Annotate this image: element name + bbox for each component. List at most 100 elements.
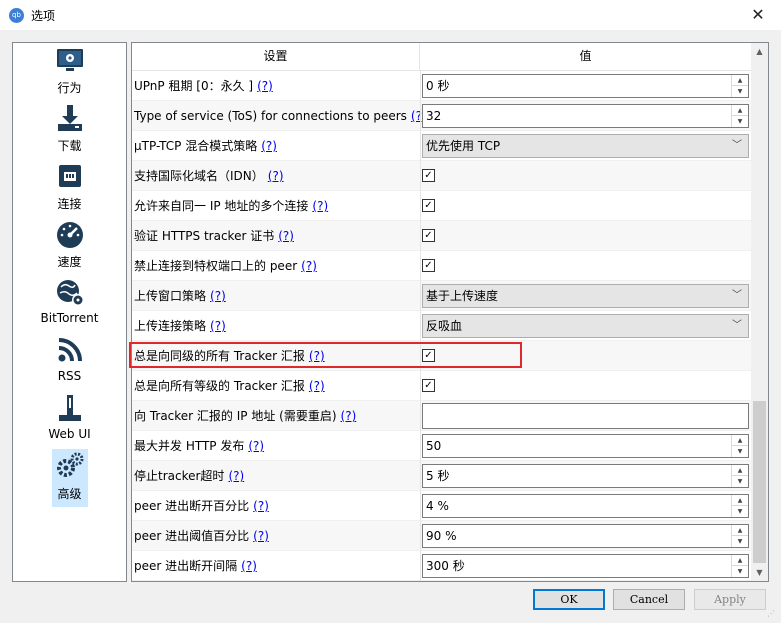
setting-label: 向 Tracker 汇报的 IP 地址 (需要重启) (?) (134, 409, 357, 423)
upload-choking-dropdown[interactable]: 反吸血 ﹀ (422, 314, 749, 338)
sidebar-item-download[interactable]: 下载 (13, 101, 126, 159)
apply-button[interactable]: Apply (694, 589, 766, 610)
highlight-annotation (129, 342, 522, 368)
spin-down-arrow-icon[interactable]: ▼ (732, 476, 748, 487)
help-link[interactable]: (?) (268, 169, 284, 183)
sidebar-item-label: Web UI (48, 427, 91, 441)
sidebar-item-connection[interactable]: 连接 (13, 159, 126, 217)
spin-down-arrow-icon[interactable]: ▼ (732, 536, 748, 547)
setting-label: 验证 HTTPS tracker 证书 (?) (134, 229, 294, 243)
table-row: 允许来自同一 IP 地址的多个连接 (?) ✓ (132, 191, 751, 221)
setting-label: 上传连接策略 (?) (134, 319, 226, 333)
sidebar-item-label: 下载 (57, 139, 82, 153)
setting-label: 支持国际化域名（IDN） (?) (134, 169, 284, 183)
sidebar-item-speed[interactable]: 速度 (13, 217, 126, 275)
announce-all-tiers-checkbox[interactable]: ✓ (422, 379, 435, 392)
table-row: 最大并发 HTTP 发布 (?) 50 ▲ ▼ (132, 431, 751, 461)
spin-up-arrow-icon[interactable]: ▲ (732, 75, 748, 86)
scroll-down-arrow-icon[interactable]: ▼ (751, 564, 768, 581)
setting-label: 总是向所有等级的 Tracker 汇报 (?) (134, 379, 325, 393)
spin-up-arrow-icon[interactable]: ▲ (732, 525, 748, 536)
peer-turnover-interval-spinbox[interactable]: 300 秒 ▲ ▼ (422, 554, 749, 578)
scroll-up-arrow-icon[interactable]: ▲ (751, 43, 768, 60)
vertical-scrollbar[interactable]: ▲ ▼ (751, 43, 768, 581)
chevron-down-icon: ﹀ (732, 140, 742, 151)
help-link[interactable]: (?) (301, 259, 317, 273)
sidebar-item-label: RSS (57, 369, 82, 383)
setting-label: 最大并发 HTTP 发布 (?) (134, 439, 265, 453)
speed-icon (57, 222, 83, 248)
chevron-down-icon: ﹀ (732, 290, 742, 301)
sidebar-item-behavior[interactable]: 行为 (13, 43, 126, 101)
column-header-value[interactable]: 值 (420, 43, 751, 71)
help-link[interactable]: (?) (241, 559, 257, 573)
privileged-ports-checkbox[interactable]: ✓ (422, 259, 435, 272)
scrollbar-thumb[interactable] (753, 401, 766, 563)
setting-label: peer 进出断开间隔 (?) (134, 559, 257, 573)
sidebar-item-advanced[interactable]: 高级 (13, 449, 126, 507)
resize-grip-icon[interactable]: ⋰ (767, 609, 779, 621)
spin-down-arrow-icon[interactable]: ▼ (732, 506, 748, 517)
help-link[interactable]: (?) (257, 79, 273, 93)
close-button[interactable]: ✕ (735, 0, 781, 30)
help-link[interactable]: (?) (253, 529, 269, 543)
spin-up-arrow-icon[interactable]: ▲ (732, 555, 748, 566)
spin-down-arrow-icon[interactable]: ▼ (732, 86, 748, 97)
help-link[interactable]: (?) (341, 409, 357, 423)
spin-up-arrow-icon[interactable]: ▲ (732, 105, 748, 116)
table-row: 支持国际化域名（IDN） (?) ✓ (132, 161, 751, 191)
spin-down-arrow-icon[interactable]: ▼ (732, 566, 748, 577)
webui-icon (59, 395, 81, 421)
sidebar-item-label: 高级 (57, 487, 82, 501)
help-link[interactable]: (?) (248, 439, 264, 453)
cancel-button[interactable]: Cancel (613, 589, 685, 610)
multiple-connections-checkbox[interactable]: ✓ (422, 199, 435, 212)
help-link[interactable]: (?) (228, 469, 244, 483)
table-header: 设置 值 (132, 43, 751, 71)
sidebar-item-label: 行为 (57, 81, 82, 95)
table-row: 验证 HTTPS tracker 证书 (?) ✓ (132, 221, 751, 251)
help-link[interactable]: (?) (210, 289, 226, 303)
spin-down-arrow-icon[interactable]: ▼ (732, 116, 748, 127)
spin-down-arrow-icon[interactable]: ▼ (732, 446, 748, 457)
help-link[interactable]: (?) (312, 199, 328, 213)
setting-label: UPnP 租期 [0：永久 ] (?) (134, 79, 273, 93)
download-icon (58, 105, 82, 131)
max-http-announces-spinbox[interactable]: 50 ▲ ▼ (422, 434, 749, 458)
table-row: 上传窗口策略 (?) 基于上传速度 ﹀ (132, 281, 751, 311)
peer-turnover-spinbox[interactable]: 4 % ▲ ▼ (422, 494, 749, 518)
help-link[interactable]: (?) (261, 139, 277, 153)
setting-label: 停止tracker超时 (?) (134, 469, 245, 483)
column-header-setting[interactable]: 设置 (132, 43, 420, 71)
sidebar-item-webui[interactable]: Web UI (13, 391, 126, 449)
help-link[interactable]: (?) (210, 319, 226, 333)
ok-button[interactable]: OK (533, 589, 605, 610)
upload-slots-dropdown[interactable]: 基于上传速度 ﹀ (422, 284, 749, 308)
idn-checkbox[interactable]: ✓ (422, 169, 435, 182)
help-link[interactable]: (?) (309, 379, 325, 393)
sidebar-item-bittorrent[interactable]: BitTorrent (13, 275, 126, 333)
window-title: 选项 (31, 9, 56, 23)
spin-up-arrow-icon[interactable]: ▲ (732, 465, 748, 476)
upnp-lease-spinbox[interactable]: 0 秒 ▲ ▼ (422, 74, 749, 98)
sidebar-item-rss[interactable]: RSS (13, 333, 126, 391)
help-link[interactable]: (?) (278, 229, 294, 243)
setting-label: peer 进出阈值百分比 (?) (134, 529, 269, 543)
tos-spinbox[interactable]: 32 ▲ ▼ (422, 104, 749, 128)
announce-ip-input[interactable] (422, 403, 749, 429)
spin-up-arrow-icon[interactable]: ▲ (732, 435, 748, 446)
utp-tcp-mode-dropdown[interactable]: 优先使用 TCP ﹀ (422, 134, 749, 158)
setting-label: μTP-TCP 混合模式策略 (?) (134, 139, 277, 153)
table-row: peer 进出阈值百分比 (?) 90 % ▲ ▼ (132, 521, 751, 551)
table-row: 总是向所有等级的 Tracker 汇报 (?) ✓ (132, 371, 751, 401)
help-link[interactable]: (?) (253, 499, 269, 513)
setting-label: 允许来自同一 IP 地址的多个连接 (?) (134, 199, 329, 213)
qbittorrent-app-icon: qb (9, 8, 24, 23)
connection-icon (59, 165, 81, 187)
peer-turnover-cutoff-spinbox[interactable]: 90 % ▲ ▼ (422, 524, 749, 548)
stop-tracker-timeout-spinbox[interactable]: 5 秒 ▲ ▼ (422, 464, 749, 488)
validate-https-checkbox[interactable]: ✓ (422, 229, 435, 242)
setting-label: 上传窗口策略 (?) (134, 289, 226, 303)
table-row: UPnP 租期 [0：永久 ] (?) 0 秒 ▲ ▼ (132, 71, 751, 101)
spin-up-arrow-icon[interactable]: ▲ (732, 495, 748, 506)
